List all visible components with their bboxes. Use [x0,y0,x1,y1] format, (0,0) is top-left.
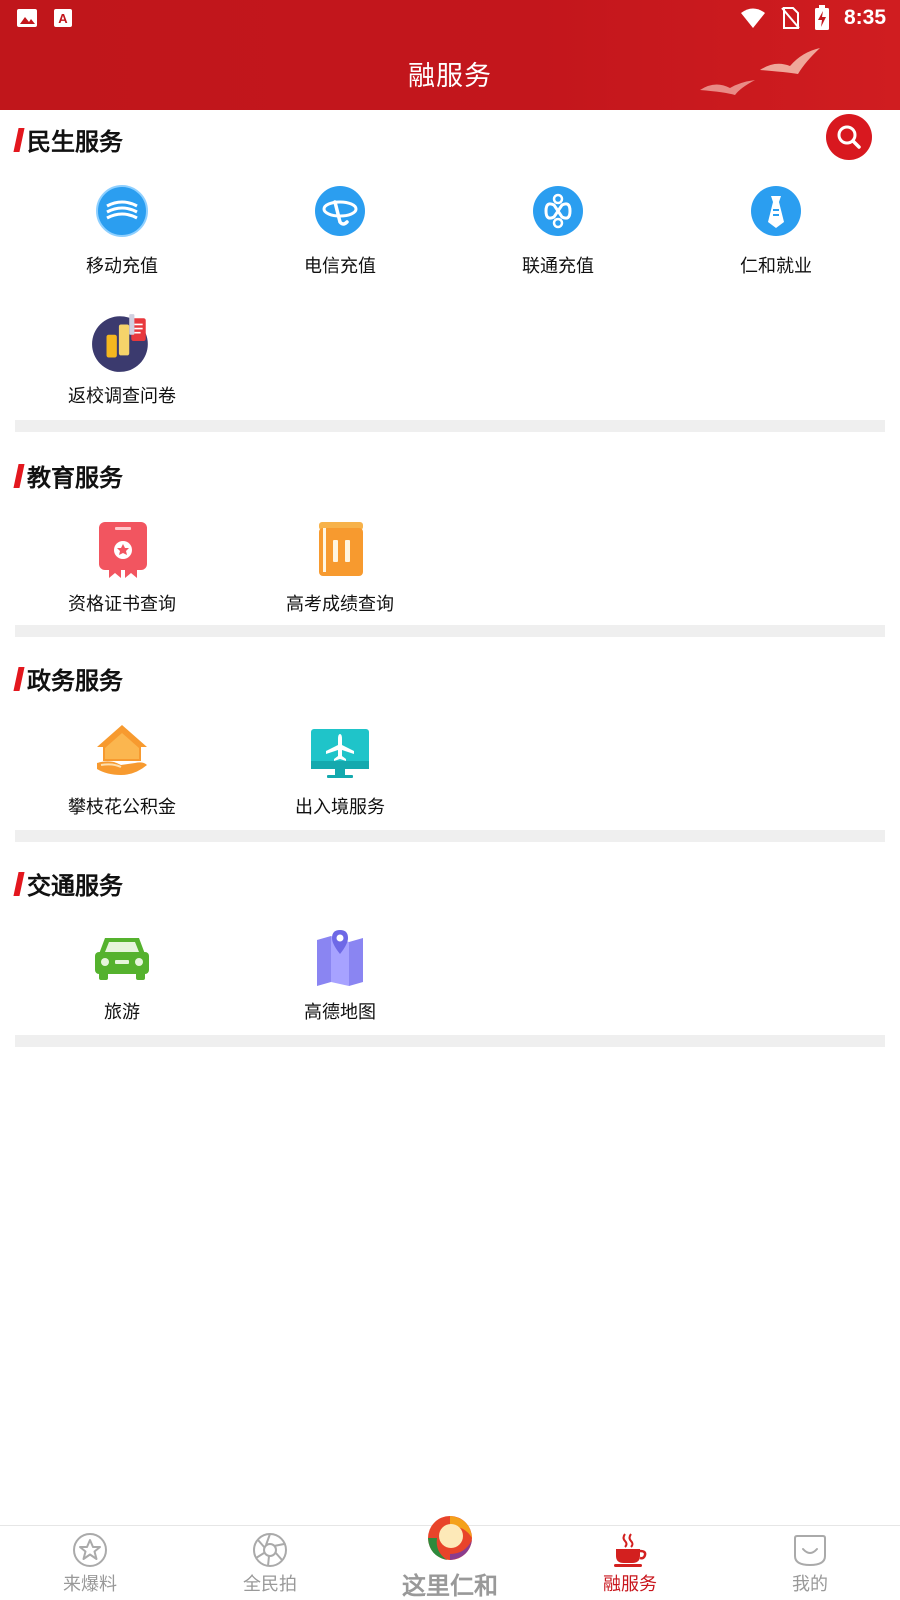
title-accent-bar [13,127,25,152]
service-unicom-recharge[interactable]: 联通充值 [449,180,667,290]
service-label: 移动充值 [86,256,158,277]
app-header: A 8:35 融服务 [0,0,900,110]
service-return-school-survey[interactable]: 返校调查问卷 [13,310,231,420]
battery-charging-icon [814,5,829,30]
title-accent-bar [13,666,25,691]
service-label: 高考成绩查询 [286,594,394,615]
section-livelihood: 民生服务 移动充值 电信充值 联通充值 仁和就业 返校调查问卷 [0,110,900,440]
service-label: 返校调查问卷 [68,386,176,407]
wifi-icon [740,8,765,28]
section-education: 教育服务 资格证书查询 高考成绩查询 [0,432,900,632]
service-telecom-recharge[interactable]: 电信充值 [231,180,449,290]
page-title: 融服务 [408,61,492,92]
certificate-icon [99,522,147,578]
star-icon [73,1533,107,1567]
book-icon [319,522,363,576]
svg-text:A: A [58,11,68,26]
no-sim-icon [781,7,800,29]
coffee-cup-icon [614,1533,647,1567]
camera-aperture-icon [253,1533,287,1567]
section-government: 政务服务 攀枝花公积金 出入境服务 [0,637,900,837]
nav-tab-mine[interactable]: 我的 [720,1526,900,1600]
text-app-icon: A [54,9,72,27]
service-label: 高德地图 [304,1002,376,1023]
nav-tab-snapshot[interactable]: 全民拍 [180,1526,360,1600]
title-accent-bar [13,463,25,488]
nav-label: 全民拍 [243,1574,297,1595]
service-amap[interactable]: 高德地图 [231,926,449,1036]
status-bar: A 8:35 [0,0,900,36]
service-panzhihua-housing-fund[interactable]: 攀枝花公积金 [13,721,231,831]
car-icon [95,938,149,980]
nav-tab-home[interactable]: 这里仁和 [360,1516,540,1600]
map-icon [317,930,363,986]
section-title-text: 民生服务 [27,128,123,156]
service-certificate-query[interactable]: 资格证书查询 [13,518,231,628]
nav-tab-services[interactable]: 融服务 [540,1526,720,1600]
service-entry-exit[interactable]: 出入境服务 [231,721,449,831]
smile-face-icon [794,1535,826,1567]
service-gaokao-score-query[interactable]: 高考成绩查询 [231,518,449,628]
section-title: 政务服务 [13,661,123,696]
section-title-text: 交通服务 [27,872,123,900]
survey-icon [92,314,148,372]
house-fund-icon [97,725,147,775]
nav-tab-report[interactable]: 来爆料 [0,1526,180,1600]
china-unicom-icon [533,186,583,236]
app-logo-icon [428,1516,472,1560]
nav-label: 来爆料 [63,1574,117,1595]
nav-label: 这里仁和 [402,1572,498,1600]
section-divider [15,625,885,637]
section-title: 民生服务 [13,122,123,157]
service-label: 资格证书查询 [68,594,176,615]
employment-tie-icon [751,186,801,236]
china-mobile-icon [96,185,148,237]
service-mobile-recharge[interactable]: 移动充值 [13,180,231,290]
section-divider [15,830,885,842]
service-label: 攀枝花公积金 [68,797,176,818]
nav-label: 融服务 [603,1574,657,1595]
section-title-text: 政务服务 [27,667,123,695]
nav-label: 我的 [792,1574,828,1595]
title-accent-bar [13,871,25,896]
clock: 8:35 [843,6,886,29]
service-travel[interactable]: 旅游 [13,926,231,1036]
section-divider [15,1035,885,1047]
service-label: 仁和就业 [740,256,812,277]
bottom-navigation: 来爆料 全民拍 这里仁和 融服务 我的 [0,1516,900,1600]
china-telecom-icon [315,186,365,236]
service-label: 旅游 [104,1002,140,1023]
service-label: 出入境服务 [295,797,385,818]
gallery-icon [17,9,37,27]
section-title: 交通服务 [13,866,123,901]
service-label: 联通充值 [522,256,594,277]
section-divider [15,420,885,432]
service-renhe-employment[interactable]: 仁和就业 [667,180,885,290]
section-transport: 交通服务 旅游 高德地图 [0,842,900,1042]
section-title-text: 教育服务 [27,464,123,492]
section-title: 教育服务 [13,458,123,493]
airplane-monitor-icon [311,729,369,778]
service-label: 电信充值 [304,256,376,277]
